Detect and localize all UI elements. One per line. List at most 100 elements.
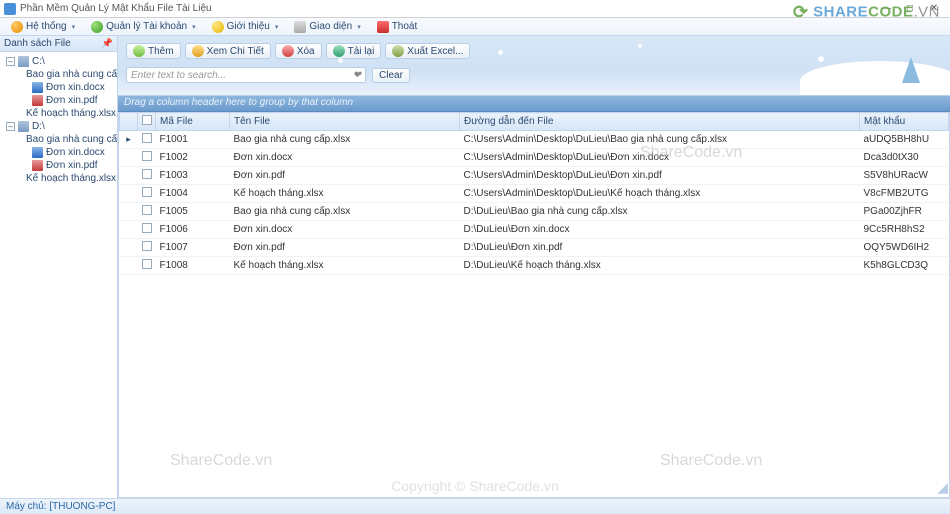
tree-file[interactable]: Kế hoạch tháng.xlsx [2,107,115,120]
cell-mk: K5h8GLCD3Q [860,257,949,275]
menu-hethong[interactable]: Hệ thống ▾ [4,19,82,35]
tree-label: Kế hoạch tháng.xlsx [26,173,116,184]
header-row: Mã File Tên File Đường dẫn đến File Mật … [120,113,949,131]
tree-file[interactable]: Đơn xin.docx [2,146,115,159]
collapse-icon[interactable]: – [6,122,15,131]
file-tree[interactable]: – C:\ Bao gia nhà cung cấp.xlsx Đơn xin.… [0,52,117,498]
checkbox-icon[interactable] [142,169,152,179]
pdf-icon [32,95,43,106]
sidebar-header: Danh sách File 📌 [0,36,117,52]
row-checkbox[interactable] [138,221,156,239]
detail-button[interactable]: Xem Chi Tiết [185,43,271,59]
col-tenfile[interactable]: Tên File [230,113,460,131]
row-checkbox[interactable] [138,203,156,221]
cell-ten: Bao gia nhà cung cấp.xlsx [230,203,460,221]
clear-button[interactable]: Clear [372,68,410,83]
table-row[interactable]: F1007Đơn xin.pdfD:\DuLieu\Đơn xin.pdfOQY… [120,239,949,257]
tree-label: Đơn xin.docx [46,82,105,93]
docx-icon [32,147,43,158]
tree-label: Đơn xin.pdf [46,160,98,171]
reload-button[interactable]: Tải lại [326,43,382,59]
table-row[interactable]: F1008Kế hoạch tháng.xlsxD:\DuLieu\Kế hoạ… [120,257,949,275]
table-row[interactable]: F1003Đơn xin.pdfC:\Users\Admin\Desktop\D… [120,167,949,185]
table-row[interactable]: F1004Kế hoạch tháng.xlsxC:\Users\Admin\D… [120,185,949,203]
tree-file[interactable]: Kế hoạch tháng.xlsx [2,172,115,185]
add-button[interactable]: Thêm [126,43,181,59]
row-indicator [120,167,138,185]
maximize-button[interactable]: □ [898,3,922,14]
cell-dd: C:\Users\Admin\Desktop\DuLieu\Bao gia nh… [460,131,860,149]
main-container: Danh sách File 📌 – C:\ Bao gia nhà cung … [0,36,950,498]
window-title: Phần Mềm Quản Lý Mật Khẩu File Tài Liệu [20,3,874,14]
cell-dd: D:\DuLieu\Bao gia nhà cung cấp.xlsx [460,203,860,221]
dropdown-icon[interactable]: ❤ [353,70,361,81]
col-indicator[interactable] [120,113,138,131]
btn-label: Tải lại [348,46,375,57]
tree-file[interactable]: Đơn xin.pdf [2,94,115,107]
checkbox-icon[interactable] [142,115,152,125]
table-row[interactable]: F1002Đơn xin.docxC:\Users\Admin\Desktop\… [120,149,949,167]
menu-giaodien[interactable]: Giao diện ▾ [287,19,367,35]
cell-ten: Kế hoạch tháng.xlsx [230,257,460,275]
cell-ma: F1008 [156,257,230,275]
grid[interactable]: Mã File Tên File Đường dẫn đến File Mật … [118,112,950,498]
status-text: Máy chủ: [THUONG-PC] [6,501,115,512]
table-row[interactable]: ▸F1001Bao gia nhà cung cấp.xlsxC:\Users\… [120,131,949,149]
col-mafile[interactable]: Mã File [156,113,230,131]
search-input[interactable]: Enter text to search... ❤ [126,67,366,83]
tree-file[interactable]: Bao gia nhà cung cấp.xlsx [2,68,115,81]
checkbox-icon[interactable] [142,151,152,161]
row-checkbox[interactable] [138,257,156,275]
data-table: Mã File Tên File Đường dẫn đến File Mật … [119,112,949,275]
minimize-button[interactable]: — [874,3,898,14]
chevron-down-icon: ▾ [192,23,196,31]
checkbox-icon[interactable] [142,205,152,215]
pin-icon[interactable]: 📌 [102,38,113,49]
drive-icon [18,56,29,67]
row-checkbox[interactable] [138,167,156,185]
cell-dd: C:\Users\Admin\Desktop\DuLieu\Đơn xin.pd… [460,167,860,185]
reload-icon [333,45,345,57]
sidebar-title: Danh sách File [4,38,71,49]
resize-grip-icon[interactable]: ◢ [937,479,948,496]
delete-button[interactable]: Xóa [275,43,322,59]
sidebar: Danh sách File 📌 – C:\ Bao gia nhà cung … [0,36,118,498]
close-button[interactable]: ✕ [922,3,946,14]
col-duongdan[interactable]: Đường dẫn đến File [460,113,860,131]
menu-label: Giao diện [309,21,352,32]
row-checkbox[interactable] [138,131,156,149]
collapse-icon[interactable]: – [6,57,15,66]
table-row[interactable]: F1006Đơn xin.docxD:\DuLieu\Đơn xin.docx9… [120,221,949,239]
cell-mk: Dca3d0tX30 [860,149,949,167]
menu-gioithieu[interactable]: Giới thiệu ▾ [205,19,286,35]
menu-label: Thoát [392,21,418,32]
checkbox-icon[interactable] [142,187,152,197]
tree-node-d[interactable]: – D:\ [2,120,115,133]
row-checkbox[interactable] [138,239,156,257]
titlebar: Phần Mềm Quản Lý Mật Khẩu File Tài Liệu … [0,0,950,18]
menu-thoat[interactable]: Thoát [370,19,425,35]
table-row[interactable]: F1005Bao gia nhà cung cấp.xlsxD:\DuLieu\… [120,203,949,221]
row-indicator [120,221,138,239]
row-checkbox[interactable] [138,149,156,167]
col-matkhau[interactable]: Mật khẩu [860,113,949,131]
tree-label: Bao gia nhà cung cấp.xlsx [26,69,117,80]
tree-node-c[interactable]: – C:\ [2,55,115,68]
cell-dd: C:\Users\Admin\Desktop\DuLieu\Đơn xin.do… [460,149,860,167]
export-excel-button[interactable]: Xuất Excel... [385,43,470,59]
tree-file[interactable]: Bao gia nhà cung cấp.xlsx [2,133,115,146]
cell-ten: Đơn xin.docx [230,149,460,167]
tree-file[interactable]: Đơn xin.docx [2,81,115,94]
cell-ten: Đơn xin.pdf [230,239,460,257]
tree-file[interactable]: Đơn xin.pdf [2,159,115,172]
menubar: Hệ thống ▾ Quản lý Tài khoản ▾ Giới thiệ… [0,18,950,36]
gear-icon [11,21,23,33]
menu-quanly[interactable]: Quản lý Tài khoản ▾ [84,19,203,35]
row-checkbox[interactable] [138,185,156,203]
checkbox-icon[interactable] [142,133,152,143]
group-panel[interactable]: Drag a column header here to group by th… [118,96,950,112]
checkbox-icon[interactable] [142,259,152,269]
checkbox-icon[interactable] [142,223,152,233]
col-checkbox[interactable] [138,113,156,131]
checkbox-icon[interactable] [142,241,152,251]
